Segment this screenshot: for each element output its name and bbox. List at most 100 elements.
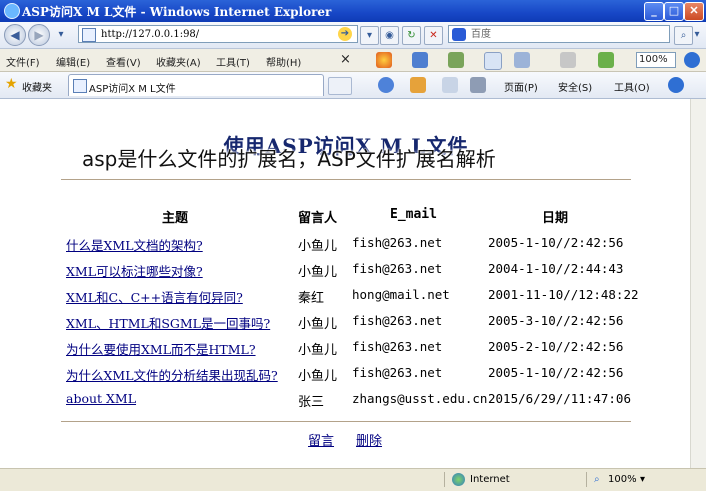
menu-favorites[interactable]: 收藏夹(A) [156,54,201,69]
home-icon[interactable] [378,77,394,93]
row-author: 小鱼儿 [298,343,338,358]
search-input[interactable]: 百度 [448,25,670,43]
row-email: fish@263.net [352,365,443,380]
row-subject-link[interactable]: 什么是XML文档的架构? [66,235,203,254]
favorites-button[interactable]: 收藏夹 [22,79,52,94]
row-author: 小鱼儿 [298,265,338,280]
print-icon[interactable] [470,77,486,93]
address-url: http://127.0.0.1:98/ [101,29,200,40]
column-header-date: 日期 [542,211,569,226]
address-toolbar: ◀ ▶ ▾ http://127.0.0.1:98/ ➔ ▾ ◉ ↻ ✕ 百度 … [0,22,706,49]
favorites-bar: ★ 收藏夹 ASP访问X M L文件 页面(P) 安全(S) 工具(O) [0,72,706,99]
row-date: 2001-11-10//12:48:22 [488,287,639,302]
history-dropdown-button[interactable]: ▾ [54,26,68,43]
row-email: hong@mail.net [352,287,450,302]
status-separator [444,472,445,487]
row-date: 2004-1-10//2:44:43 [488,261,624,276]
column-header-email: E_mail [390,207,437,222]
delete-link[interactable]: 删除 [356,430,382,449]
row-author: 小鱼儿 [298,239,338,254]
menu-close-button[interactable]: × [340,52,351,67]
row-email: fish@263.net [352,235,443,250]
row-subject-link[interactable]: XML可以标注哪些对像? [66,261,203,280]
page-menu[interactable]: 页面(P) [504,79,538,94]
favorites-star-icon: ★ [5,76,18,92]
maximize-button[interactable]: □ [664,2,684,21]
row-subject-link[interactable]: 为什么要使用XML而不是HTML? [66,339,256,358]
row-date: 2005-1-10//2:42:56 [488,365,624,380]
toolbar-icon-a[interactable] [412,52,428,68]
zoom-magnifier-icon[interactable]: ⌕ [594,474,600,485]
status-separator [586,472,587,487]
tools-menu[interactable]: 工具(O) [614,79,650,94]
help-menu-icon[interactable] [668,77,684,93]
row-author: 小鱼儿 [298,369,338,384]
rss-feed-icon[interactable]: ◉ [380,26,399,45]
row-date: 2005-3-10//2:42:56 [488,313,624,328]
status-zoom[interactable]: 100% [608,474,637,485]
search-button[interactable]: ⌕ [674,26,693,45]
toolbar-icon-d[interactable] [514,52,530,68]
back-button[interactable]: ◀ [4,24,26,46]
window-title-bar[interactable]: ASP访问X M L文件 - Windows Internet Explorer… [0,0,706,22]
row-subject-link[interactable]: 为什么XML文件的分析结果出现乱码? [66,365,278,384]
row-email: fish@263.net [352,313,443,328]
menu-bar: 文件(F) 编辑(E) 查看(V) 收藏夹(A) 工具(T) 帮助(H) × 1… [0,49,706,72]
help-icon[interactable] [684,52,700,68]
mail-icon[interactable] [442,77,458,93]
tab-page-icon [73,79,87,93]
zoom-dropdown-icon[interactable]: ▾ [640,474,645,485]
row-date: 2005-1-10//2:42:56 [488,235,624,250]
zoom-select[interactable]: 100% [636,52,676,68]
row-author: 张三 [298,395,325,410]
status-bar: Internet ⌕ 100% ▾ [0,468,706,491]
row-subject-link[interactable]: about XML [66,391,136,406]
row-author: 秦红 [298,291,325,306]
row-author: 小鱼儿 [298,317,338,332]
tab-title: ASP访问X M L文件 [89,84,176,95]
row-subject-link[interactable]: XML、HTML和SGML是一回事吗? [66,313,270,332]
toolbar-icon-b[interactable] [448,52,464,68]
address-input[interactable]: http://127.0.0.1:98/ [78,25,358,43]
overlay-caption: asp是什么文件的扩展名，ASP文件扩展名解析 [82,147,496,171]
pen-icon[interactable] [560,52,576,68]
stop-button[interactable]: ✕ [424,26,443,45]
leave-message-link[interactable]: 留言 [308,430,334,449]
menu-tools[interactable]: 工具(T) [216,54,250,69]
new-tab-button[interactable] [328,77,352,95]
search-options-button[interactable]: ▾ [692,26,702,43]
row-email: fish@263.net [352,261,443,276]
menu-file[interactable]: 文件(F) [6,54,40,69]
bottom-divider [61,421,631,422]
top-divider [61,179,631,180]
row-date: 2015/6/29//11:47:06 [488,391,631,406]
page-icon [82,28,96,42]
go-icon[interactable]: ➔ [338,27,352,41]
zone-label: Internet [470,474,510,485]
address-dropdown-button[interactable]: ▾ [360,26,379,45]
refresh-button[interactable]: ↻ [402,26,421,45]
close-window-button[interactable]: ✕ [684,2,704,21]
search-placeholder: 百度 [471,29,491,40]
toolbar-icon-e[interactable] [598,52,614,68]
row-email: zhangs@usst.edu.cn [352,391,488,406]
toolbar-icon-c[interactable] [484,52,502,70]
row-email: fish@263.net [352,339,443,354]
ie-logo-icon [4,3,20,19]
internet-zone-icon [452,473,465,486]
forward-button[interactable]: ▶ [28,24,50,46]
safety-menu[interactable]: 安全(S) [558,79,592,94]
row-date: 2005-2-10//2:42:56 [488,339,624,354]
row-subject-link[interactable]: XML和C、C++语言有何异同? [66,287,243,306]
feeds-icon[interactable] [410,77,426,93]
menu-view[interactable]: 查看(V) [106,54,141,69]
menu-edit[interactable]: 编辑(E) [56,54,90,69]
minimize-button[interactable]: _ [644,2,664,21]
windows-live-icon[interactable] [376,52,392,68]
menu-help[interactable]: 帮助(H) [266,54,301,69]
baidu-paw-icon [452,28,466,41]
column-header-subject: 主题 [162,211,189,226]
active-tab[interactable]: ASP访问X M L文件 [68,74,324,96]
column-header-author: 留言人 [298,211,338,226]
vertical-scrollbar[interactable] [690,99,706,468]
